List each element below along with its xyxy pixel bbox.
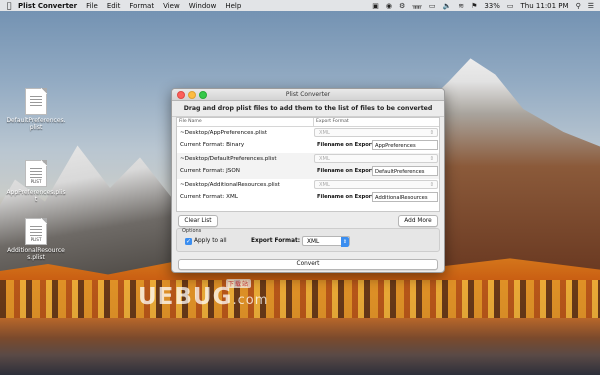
zoom-button[interactable] [199, 91, 207, 99]
desktop-file-defaultpreferences[interactable]: DefaultPreferences.plist [6, 88, 66, 131]
file-table[interactable]: File Name Export Format ~Desktop/AppPref… [176, 117, 440, 212]
column-header-file-name[interactable]: File Name [177, 118, 314, 126]
menu-help[interactable]: Help [225, 2, 241, 10]
plist-file-icon [25, 88, 47, 115]
menu-extras: ▣ ◉ ⚙ ᚅ ▭ 🔈 ≋ ⚑ 33% ▭ Thu 11:01 PM ⚲ ☰ [372, 2, 600, 10]
desktop-file-label: AdditionalResources.plist [7, 247, 65, 261]
menu-view[interactable]: View [163, 2, 180, 10]
filename-input[interactable]: AppPreferences [372, 140, 438, 150]
window-controls [177, 91, 207, 99]
watermark-domain: .com [232, 293, 269, 308]
watermark-brand: UEBUG [138, 284, 233, 310]
file-path: ~Desktop/DefaultPreferences.plist [180, 156, 277, 162]
filename-input[interactable]: AdditionalResources [372, 192, 438, 202]
table-row[interactable]: ~Desktop/AppPreferences.plist Current Fo… [177, 127, 439, 153]
options-title: Options [182, 228, 202, 234]
plist-file-icon: PLIST [25, 160, 47, 187]
battery-icon[interactable]: ▭ [507, 2, 514, 10]
chevron-updown-icon: ⇕ [429, 156, 434, 162]
filename-label: Filename on Export [317, 194, 374, 200]
menu-app-name[interactable]: Plist Converter [18, 2, 77, 10]
current-format: Current Format: XML [180, 194, 238, 200]
battery-percent[interactable]: 33% [484, 2, 500, 10]
current-format: Current Format: JSON [180, 168, 240, 174]
menu-clock[interactable]: Thu 11:01 PM [521, 2, 569, 10]
bluetooth-icon[interactable]: ᚅ [412, 2, 422, 10]
export-format-select[interactable]: XML ⇕ [314, 180, 438, 189]
apply-to-all-label[interactable]: Apply to all [194, 238, 227, 244]
file-path: ~Desktop/AdditionalResources.plist [180, 182, 280, 188]
volume-icon[interactable]: 🔈 [442, 2, 451, 10]
wallpaper-lake [0, 318, 600, 375]
filename-input[interactable]: DefaultPreferences [372, 166, 438, 176]
current-format: Current Format: Binary [180, 142, 245, 148]
spotlight-search-icon[interactable]: ⚲ [576, 2, 581, 10]
file-path: ~Desktop/AppPreferences.plist [180, 130, 268, 136]
table-row[interactable]: ~Desktop/AdditionalResources.plist Curre… [177, 179, 439, 205]
clear-list-button[interactable]: Clear List [178, 215, 218, 227]
apple-menu-icon[interactable]:  [0, 1, 18, 10]
export-format-label: Export Format: [251, 238, 301, 244]
plist-file-icon: PLIST [25, 218, 47, 245]
menu-bar:  Plist Converter File Edit Format View … [0, 0, 600, 11]
filename-label: Filename on Export [317, 168, 374, 174]
convert-button[interactable]: Convert [178, 259, 438, 270]
table-header: File Name Export Format [177, 118, 439, 127]
watermark-tag: 下载站 [226, 279, 252, 288]
drop-instruction: Drag and drop plist files to add them to… [172, 101, 444, 117]
options-group: Options ✓ Apply to all Export Format: XM… [176, 228, 440, 252]
desktop-file-apppreferences[interactable]: PLIST AppPreferences.plist [6, 160, 66, 203]
export-format-select[interactable]: XML ⇕ [314, 154, 438, 163]
popup-arrows-icon: ⇕ [341, 237, 349, 247]
status-circle-icon[interactable]: ◉ [386, 2, 392, 10]
menu-file[interactable]: File [86, 2, 98, 10]
menu-window[interactable]: Window [189, 2, 217, 10]
global-export-format-select[interactable]: XML ⇕ [302, 236, 350, 247]
desktop-file-label: AppPreferences.plist [6, 189, 66, 203]
export-format-select[interactable]: XML ⇕ [314, 128, 438, 137]
status-gear-icon[interactable]: ⚙ [399, 2, 405, 10]
chevron-updown-icon: ⇕ [429, 182, 434, 188]
menu-format[interactable]: Format [129, 2, 154, 10]
status-app-icon[interactable]: ▣ [372, 2, 379, 10]
column-header-export-format[interactable]: Export Format [314, 118, 349, 126]
airplay-icon[interactable]: ▭ [429, 2, 436, 10]
minimize-button[interactable] [188, 91, 196, 99]
desktop-file-label: DefaultPreferences.plist [6, 117, 66, 131]
filename-label: Filename on Export [317, 142, 374, 148]
list-actions: Clear List Add More [172, 212, 444, 228]
plist-converter-window: Plist Converter Drag and drop plist file… [171, 88, 445, 273]
wifi-icon[interactable]: ≋ [458, 2, 464, 10]
apply-to-all-checkbox[interactable]: ✓ [185, 238, 192, 245]
close-button[interactable] [177, 91, 185, 99]
window-titlebar[interactable]: Plist Converter [172, 89, 444, 101]
add-more-button[interactable]: Add More [398, 215, 438, 227]
notification-center-icon[interactable]: ☰ [588, 2, 594, 10]
site-watermark: UEBUG.com 下载站 [138, 279, 269, 310]
menu-edit[interactable]: Edit [107, 2, 121, 10]
flag-icon[interactable]: ⚑ [471, 2, 477, 10]
window-title: Plist Converter [285, 91, 331, 98]
desktop-file-additionalresources[interactable]: PLIST AdditionalResources.plist [6, 218, 66, 261]
chevron-updown-icon: ⇕ [429, 130, 434, 136]
table-row[interactable]: ~Desktop/DefaultPreferences.plist Curren… [177, 153, 439, 179]
